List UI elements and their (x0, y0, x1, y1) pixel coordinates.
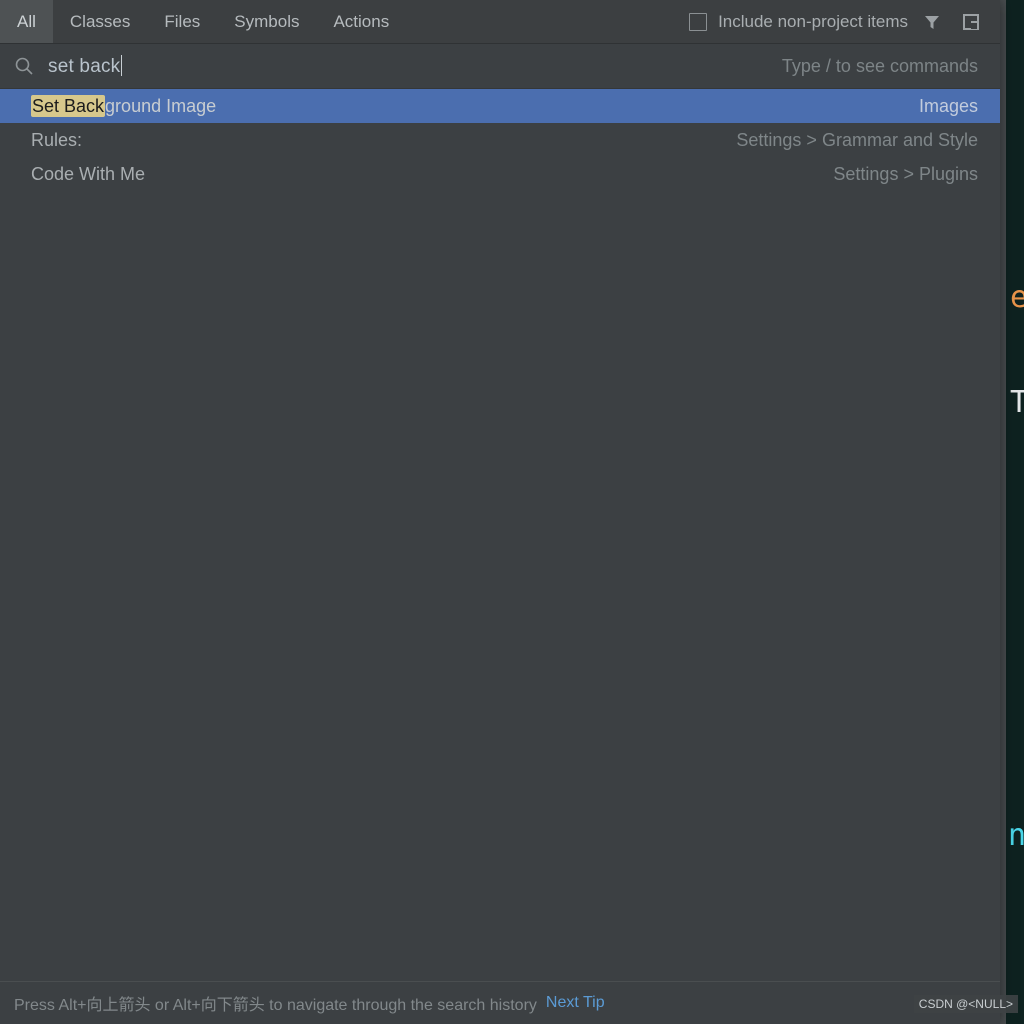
include-non-project-items-checkbox[interactable] (689, 12, 708, 31)
result-row-rules[interactable]: Rules: Settings > Grammar and Style (0, 123, 1000, 157)
results-list: Set Background Image Images Rules: Setti… (0, 89, 1000, 191)
include-non-project-items-label: Include non-project items (718, 11, 908, 31)
editor-glyph-n: n (1008, 818, 1024, 853)
editor-glyph-e: e (1010, 280, 1024, 315)
result-location: Settings > Plugins (833, 163, 978, 184)
result-location: Settings > Grammar and Style (736, 129, 978, 150)
result-location: Images (918, 95, 978, 116)
result-title-rest: ground Image (105, 95, 217, 116)
editor-scrollbar[interactable] (1000, 0, 1006, 1024)
result-row-code-with-me[interactable]: Code With Me Settings > Plugins (0, 157, 1000, 191)
commands-hint: Type / to see commands (781, 55, 978, 76)
search-input[interactable]: set back (48, 54, 123, 78)
search-row[interactable]: set back Type / to see commands (0, 44, 1000, 89)
result-title: Set Background Image (31, 94, 217, 117)
tab-actions[interactable]: Actions (316, 0, 406, 43)
include-non-project-items-control[interactable]: Include non-project items (689, 0, 1000, 43)
tab-symbols[interactable]: Symbols (217, 0, 316, 43)
tip-text: Press Alt+向上箭头 or Alt+向下箭头 to navigate t… (14, 997, 537, 1014)
tab-bar-spacer (406, 0, 689, 43)
result-title: Code With Me (31, 163, 146, 184)
text-caret (121, 54, 123, 76)
next-tip-link[interactable]: Next Tip (546, 994, 605, 1012)
tab-all[interactable]: All (0, 0, 53, 43)
result-title: Rules: (31, 129, 83, 150)
watermark: CSDN @<NULL> (913, 995, 1018, 1013)
result-row-set-background-image[interactable]: Set Background Image Images (0, 89, 1000, 123)
results-empty-area (0, 191, 1000, 981)
tab-files[interactable]: Files (147, 0, 217, 43)
open-in-window-icon[interactable] (958, 9, 984, 35)
search-input-value: set back (48, 55, 121, 77)
editor-glyph-t: T (1010, 385, 1024, 420)
match-highlight: Set Back (31, 94, 106, 117)
search-everywhere-popup: All Classes Files Symbols Actions Includ… (0, 0, 1000, 1024)
tip-bar: Press Alt+向上箭头 or Alt+向下箭头 to navigate t… (0, 981, 1000, 1024)
tab-classes[interactable]: Classes (53, 0, 147, 43)
tab-bar: All Classes Files Symbols Actions Includ… (0, 0, 1000, 44)
filter-icon[interactable] (919, 9, 945, 35)
search-icon (0, 56, 48, 76)
